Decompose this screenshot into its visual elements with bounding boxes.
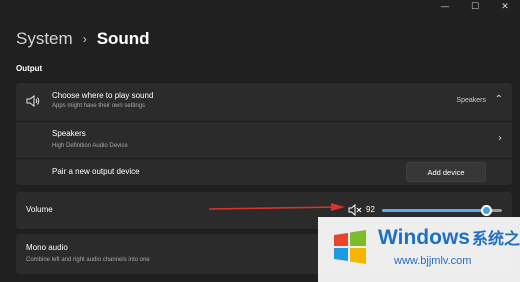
volume-slider-thumb[interactable] bbox=[481, 205, 492, 216]
window-controls: — ☐ ✕ bbox=[430, 0, 520, 14]
mono-audio-subtitle: Combine left and right audio channels in… bbox=[26, 257, 150, 263]
output-device-selector[interactable]: Choose where to play sound Apps might ha… bbox=[16, 83, 512, 121]
breadcrumb: System › Sound bbox=[16, 29, 150, 49]
section-label-output: Output bbox=[16, 64, 43, 73]
volume-value: 92 bbox=[366, 205, 375, 214]
choose-output-subtitle: Apps might have their own settings bbox=[52, 103, 146, 109]
watermark-brand-name: Windows bbox=[378, 226, 470, 249]
windows-logo-icon bbox=[334, 230, 366, 264]
selected-output-value: Speakers bbox=[456, 97, 486, 104]
speaker-icon bbox=[26, 95, 40, 107]
chevron-up-icon[interactable]: ⌃ bbox=[495, 94, 503, 105]
volume-label: Volume bbox=[26, 205, 53, 214]
output-device-speakers[interactable]: Speakers High Definition Audio Device › bbox=[16, 122, 512, 158]
device-title: Speakers bbox=[52, 129, 86, 138]
add-device-button[interactable]: Add device bbox=[406, 162, 486, 182]
chevron-right-icon[interactable]: › bbox=[498, 133, 502, 144]
watermark: Windows系统之家 www.bjjmlv.com bbox=[318, 217, 520, 282]
pair-output-device-row: Pair a new output device Add device bbox=[16, 159, 512, 185]
minimize-button[interactable]: — bbox=[430, 0, 460, 14]
watermark-url: www.bjjmlv.com bbox=[394, 255, 472, 267]
close-button[interactable]: ✕ bbox=[490, 0, 520, 14]
watermark-brand: Windows系统之家 bbox=[378, 225, 520, 250]
mute-icon[interactable] bbox=[348, 204, 362, 216]
annotation-arrow bbox=[208, 203, 345, 211]
breadcrumb-parent[interactable]: System bbox=[16, 29, 73, 49]
volume-slider-track[interactable] bbox=[382, 209, 490, 212]
breadcrumb-separator-icon: › bbox=[82, 32, 87, 46]
device-subtitle: High Definition Audio Device bbox=[52, 143, 128, 149]
mono-audio-title: Mono audio bbox=[26, 243, 68, 252]
choose-output-title: Choose where to play sound bbox=[52, 91, 154, 100]
page-title: Sound bbox=[96, 29, 150, 48]
maximize-button[interactable]: ☐ bbox=[460, 0, 490, 14]
pair-device-title: Pair a new output device bbox=[52, 167, 140, 176]
watermark-brand-cn: 系统之家 bbox=[471, 231, 520, 248]
